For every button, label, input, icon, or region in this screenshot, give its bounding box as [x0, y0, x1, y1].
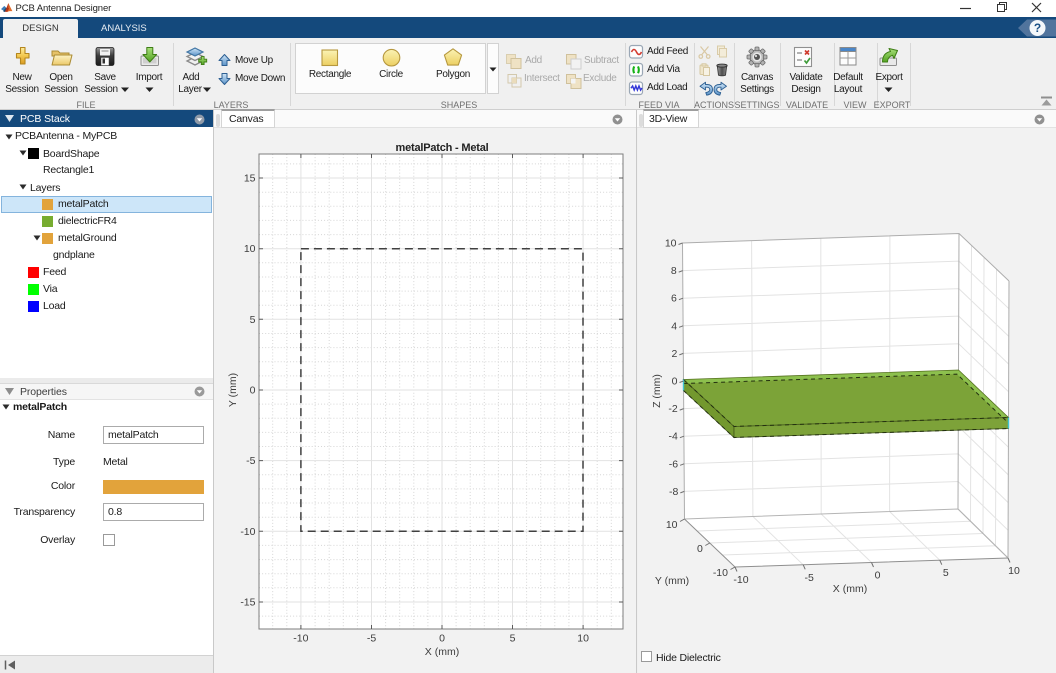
svg-text:10: 10: [1008, 565, 1020, 577]
svg-text:?: ?: [1034, 21, 1041, 35]
svg-text:-10: -10: [293, 633, 308, 645]
svg-text:10: 10: [577, 633, 589, 645]
svg-text:10: 10: [665, 238, 677, 250]
svg-text:0: 0: [250, 385, 256, 397]
svg-text:4: 4: [671, 320, 677, 332]
svg-text:Y (mm): Y (mm): [227, 373, 239, 407]
svg-text:-10: -10: [733, 574, 748, 586]
svg-text:-5: -5: [805, 572, 814, 584]
svg-text:-6: -6: [669, 458, 678, 470]
svg-text:0: 0: [439, 633, 445, 645]
svg-text:0: 0: [672, 376, 678, 388]
svg-text:-2: -2: [668, 403, 677, 415]
svg-text:-5: -5: [367, 633, 376, 645]
svg-text:5: 5: [510, 633, 516, 645]
svg-text:5: 5: [250, 314, 256, 326]
svg-text:10: 10: [666, 519, 678, 531]
svg-text:X (mm): X (mm): [425, 646, 459, 658]
svg-text:-5: -5: [246, 455, 255, 467]
svg-text:X (mm): X (mm): [833, 583, 867, 595]
svg-text:15: 15: [244, 173, 256, 185]
svg-text:Y (mm): Y (mm): [655, 575, 689, 587]
svg-text:-10: -10: [240, 526, 255, 538]
svg-text:metalPatch - Metal: metalPatch - Metal: [396, 142, 489, 154]
svg-text:0: 0: [697, 543, 703, 555]
svg-text:0: 0: [875, 570, 881, 582]
svg-text:-4: -4: [669, 431, 678, 443]
svg-text:-15: -15: [240, 597, 255, 609]
svg-text:5: 5: [943, 567, 949, 579]
svg-text:8: 8: [671, 265, 677, 277]
svg-text:10: 10: [244, 243, 256, 255]
svg-text:Z (mm): Z (mm): [651, 374, 663, 408]
svg-text:2: 2: [671, 348, 677, 360]
svg-text:6: 6: [671, 293, 677, 305]
svg-text:-8: -8: [669, 486, 678, 498]
svg-text:-10: -10: [713, 567, 728, 579]
